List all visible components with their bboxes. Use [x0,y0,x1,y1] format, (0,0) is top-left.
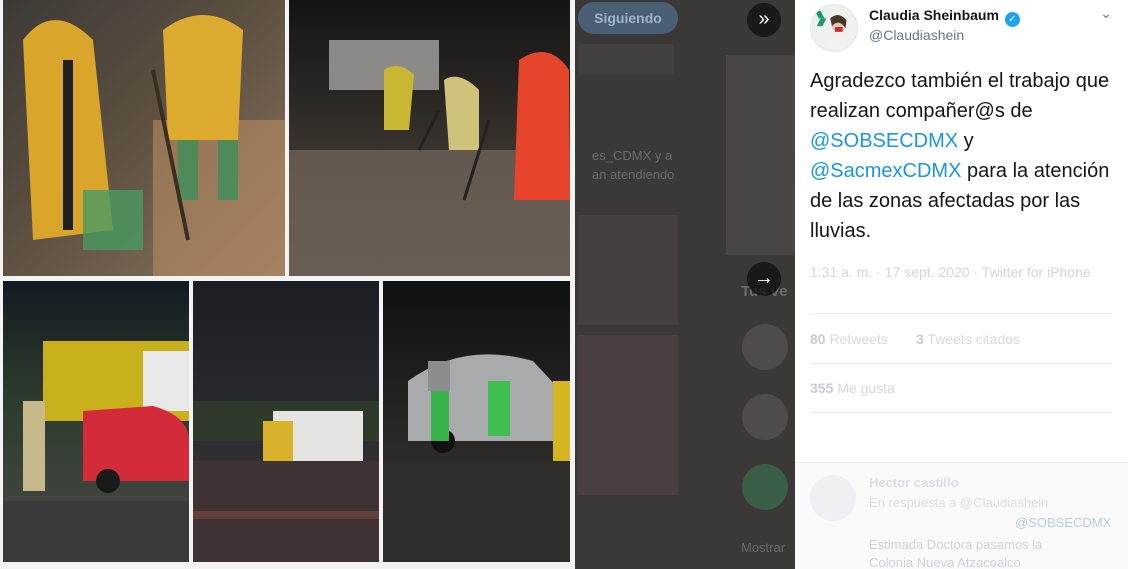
background-avatar [742,324,788,370]
tweet-media-viewer: Siguiendo es_CDMX y a an atendiendo Tus … [0,0,1128,569]
likes-count: 355 [810,380,834,396]
tweet-photo-collage[interactable] [0,0,575,569]
reply-avatar[interactable] [810,475,856,521]
tweet-text-part: y [958,130,974,152]
tweet-text-part: Agradezco también el trabajo que realiza… [810,70,1110,122]
quotes-count: 3 [916,331,924,347]
background-snippet: an atendiendo [592,167,675,182]
verified-badge-icon: ✓ [1004,12,1020,27]
reply-text: Estimada Doctora pasamos la [869,537,1043,552]
background-show-more: Mostrar [741,540,786,555]
author-handle[interactable]: @Claudiashein [869,27,964,43]
retweets-label: Retweets [829,331,888,347]
retweets-count: 80 [810,331,826,347]
following-button: Siguiendo [578,2,678,34]
background-card [578,215,678,325]
quotes-label: Tweets citados [927,331,1021,347]
background-thumbnail [726,55,796,255]
reply-preview[interactable]: Hector castillo En respuesta a @Claudias… [795,462,1128,569]
reply-context: En respuesta a @Claudiashein [869,495,1049,510]
background-card [578,335,678,495]
background-avatar [742,394,788,440]
tweet-text: Agradezco también el trabajo que realiza… [810,66,1122,246]
chevron-down-icon[interactable]: ⌄ [1097,4,1115,22]
author-name-text[interactable]: Claudia Sheinbaum [869,7,999,23]
tweet-detail-panel: Claudia Sheinbaum ✓ @Claudiashein ⌄ Agra… [795,0,1128,569]
photo-workers-by-silver-car[interactable] [383,281,570,562]
photo-truck-rainy-night[interactable] [193,281,379,562]
likes-stat[interactable]: 355 Me gusta [810,380,895,396]
author-name[interactable]: Claudia Sheinbaum ✓ [869,7,1020,27]
photo-workers-flooded-street[interactable] [289,0,570,276]
divider [810,363,1112,364]
divider [810,412,1112,413]
double-chevron-right-icon[interactable]: » [747,3,781,37]
divider [810,313,1112,314]
background-avatar [742,464,788,510]
reply-author[interactable]: Hector castillo [869,475,959,490]
photo-vactor-truck-red-car[interactable] [3,281,189,562]
quotes-stat[interactable]: 3 Tweets citados [916,331,1020,347]
likes-label: Me gusta [837,380,895,396]
avatar[interactable] [810,4,858,52]
background-placeholder [578,44,674,74]
retweets-stat[interactable]: 80 Retweets [810,331,888,347]
background-snippet: es_CDMX y a [592,148,673,163]
mention-link[interactable]: @SOBSECDMX [810,130,958,152]
mention-link[interactable]: @SacmexCDMX [810,160,961,182]
reply-text: Colonia Nueva Atzacoalco [869,555,1021,569]
arrow-right-icon[interactable]: → [747,262,781,296]
photo-workers-sweeping-indoor[interactable] [3,0,285,276]
reply-mention[interactable]: @SOBSECDMX [1015,515,1111,530]
tweet-timestamp[interactable]: 1:31 a. m. · 17 sept. 2020 · Twitter for… [810,262,1110,282]
